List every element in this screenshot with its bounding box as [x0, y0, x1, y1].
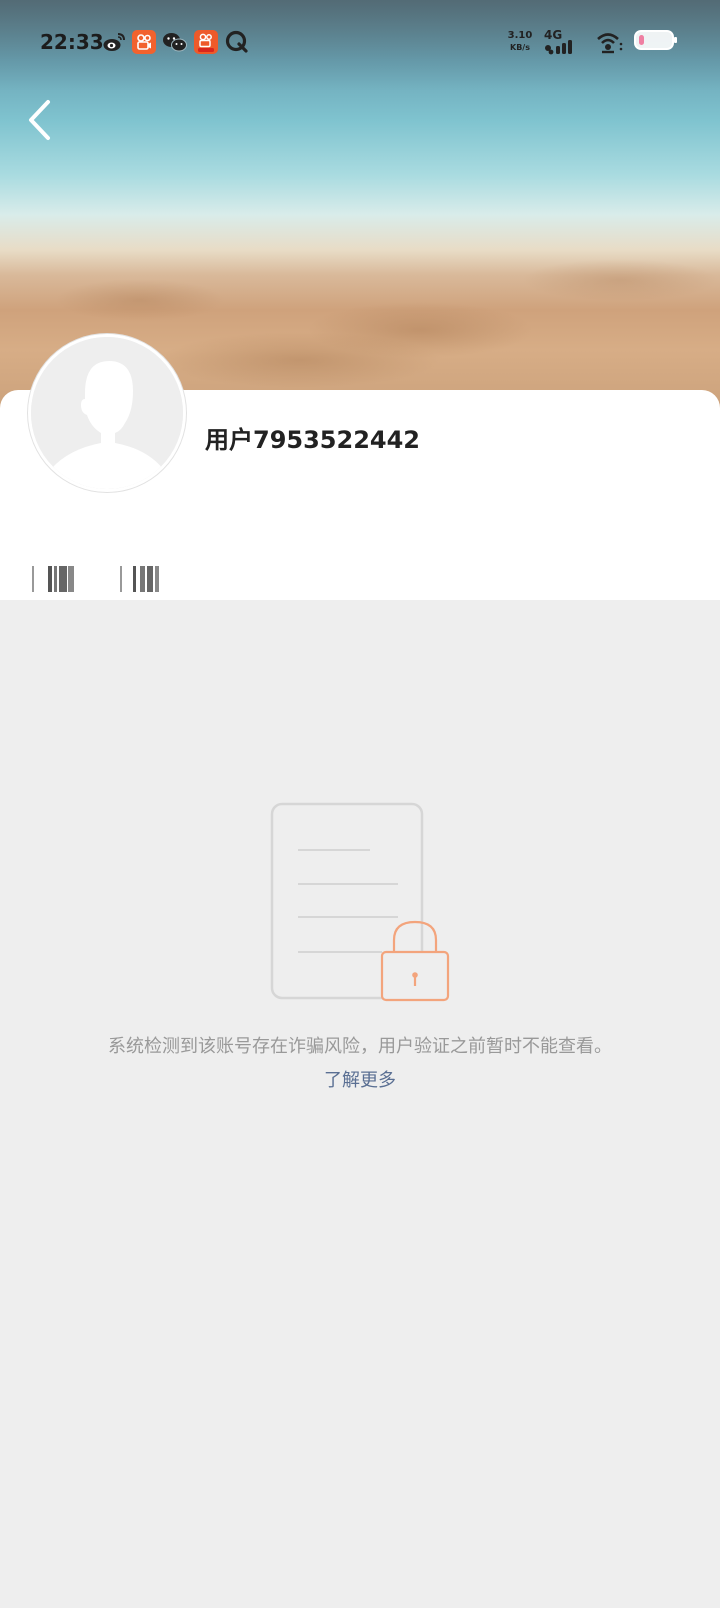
- network-speed-value: 3.10: [507, 30, 533, 41]
- battery-icon: [634, 30, 677, 50]
- back-button[interactable]: [22, 96, 62, 144]
- network-speed-unit: KB/s: [510, 43, 530, 52]
- kuaishou-lite-icon: [194, 30, 218, 54]
- hotspot-icon: [596, 30, 626, 54]
- network-speed: 3.10 KB/s: [504, 30, 536, 54]
- wechat-icon: [162, 30, 187, 54]
- learn-more-link[interactable]: 了解更多: [0, 1066, 720, 1092]
- weibo-icon: [102, 30, 126, 54]
- chevron-left-icon: [29, 100, 50, 140]
- status-time: 22:33: [40, 30, 104, 54]
- fraud-warning-message: 系统检测到该账号存在诈骗风险，用户验证之前暂时不能查看。: [108, 1036, 612, 1057]
- username: 用户7953522442: [205, 426, 420, 454]
- locked-document-illustration: [270, 802, 460, 1004]
- signal-icon: 4G: [542, 28, 586, 56]
- quark-icon: [225, 30, 249, 54]
- default-avatar-icon: [31, 337, 183, 489]
- kuaishou-icon: [132, 30, 156, 54]
- avatar[interactable]: [28, 334, 186, 492]
- status-bar: 22:33 3.10 KB/s 4G: [0, 22, 720, 64]
- obscured-stats: [32, 566, 172, 592]
- battery-level: [639, 35, 644, 45]
